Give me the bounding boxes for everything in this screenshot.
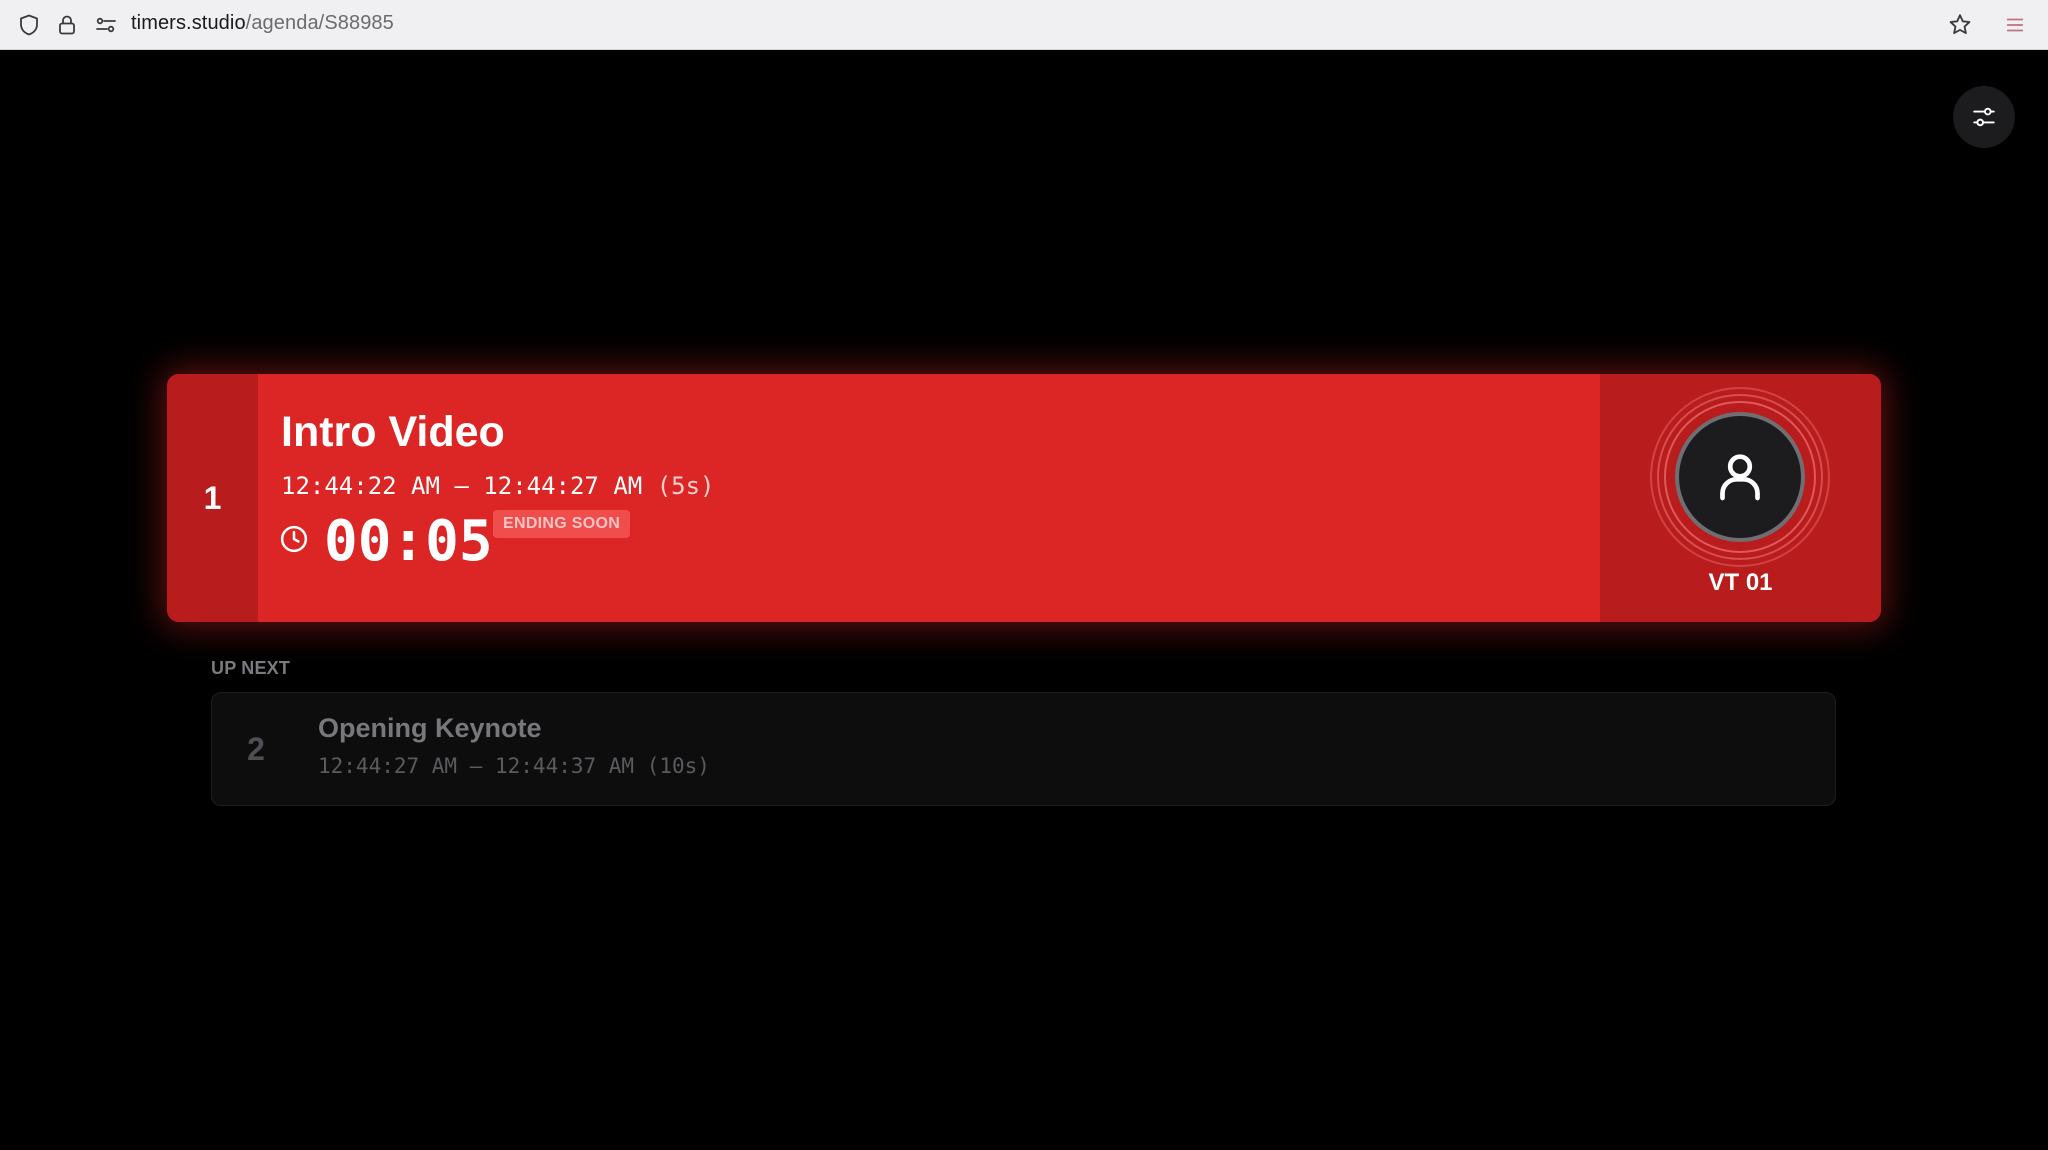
shield-icon[interactable] (14, 10, 44, 40)
status-badge: ENDING SOON (493, 510, 631, 538)
site-settings-icon[interactable] (91, 10, 121, 40)
next-item-title: Opening Keynote (318, 713, 542, 743)
url-path: /agenda/S88985 (245, 12, 394, 34)
current-agenda-card: 1 Intro Video 12:44:22 AM – 12:44:27 AM … (167, 374, 1881, 622)
next-item-time-range: 12:44:27 AM – 12:44:37 AM (10s) (318, 756, 710, 777)
settings-button[interactable] (1953, 86, 2015, 148)
agenda-page: 1 Intro Video 12:44:22 AM – 12:44:27 AM … (0, 50, 2048, 1150)
user-icon (1720, 454, 1760, 501)
countdown-timer: 00:05 (324, 509, 493, 574)
avatar (1675, 412, 1805, 542)
address-bar[interactable]: timers.studio/agenda/S88985 (131, 0, 394, 46)
browser-toolbar: timers.studio/agenda/S88985 (0, 0, 2048, 50)
sliders-icon (1973, 107, 1995, 127)
up-next-label: UP NEXT (211, 658, 291, 678)
current-time-range: 12:44:22 AM – 12:44:27 AM (281, 472, 643, 500)
presenter-name: VT 01 (1708, 569, 1773, 596)
current-item-index: 1 (167, 374, 258, 622)
next-time-range: 12:44:27 AM – 12:44:37 AM (318, 754, 635, 778)
next-duration: (10s) (646, 754, 710, 778)
url-host: timers.studio (131, 12, 246, 34)
current-item-time-range: 12:44:22 AM – 12:44:27 AM (5s) (281, 474, 714, 498)
current-item-title: Intro Video (281, 408, 505, 456)
next-agenda-card[interactable]: 2 Opening Keynote 12:44:27 AM – 12:44:37… (211, 692, 1836, 806)
lock-icon[interactable] (52, 10, 82, 40)
star-icon[interactable] (1945, 10, 1975, 40)
menu-icon[interactable] (2000, 10, 2030, 40)
presenter-panel: VT 01 (1600, 374, 1881, 622)
next-item-index: 2 (247, 730, 265, 767)
clock-icon (280, 525, 308, 553)
current-duration: (5s) (656, 472, 715, 500)
avatar-wrap (1650, 387, 1830, 567)
